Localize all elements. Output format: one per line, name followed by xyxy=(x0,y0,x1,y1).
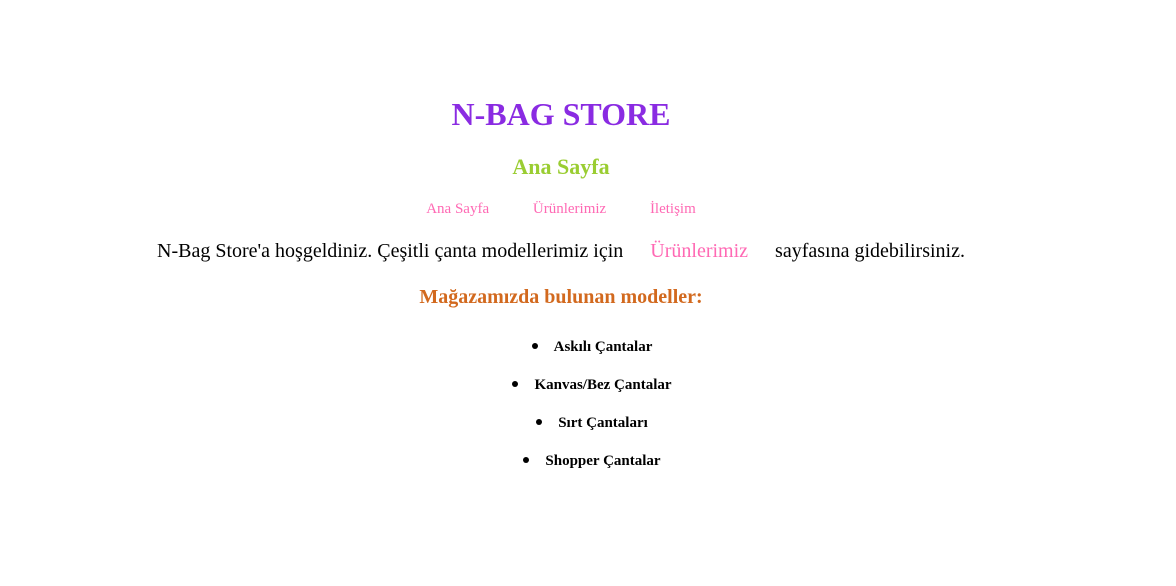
list-item-label: Sırt Çantaları xyxy=(558,415,648,431)
site-title: N-BAG STORE xyxy=(451,96,671,132)
welcome-text-after: sayfasına gidebilirsiniz. xyxy=(775,240,965,262)
list-item: Sırt Çantaları xyxy=(0,410,1176,448)
nav-link-iletisim[interactable]: İletişim xyxy=(650,201,696,217)
nav-link-ana-sayfa[interactable]: Ana Sayfa xyxy=(426,201,489,217)
page: N-BAG STORE Ana Sayfa Ana Sayfa Ürünleri… xyxy=(0,0,1176,586)
welcome-text: N-Bag Store'a hoşgeldiniz. Çeşitli çanta… xyxy=(0,238,1122,264)
model-list: Askılı Çantalar Kanvas/Bez Çantalar Sırt… xyxy=(0,334,1176,486)
list-item: Kanvas/Bez Çantalar xyxy=(0,372,1176,410)
list-item-label: Kanvas/Bez Çantalar xyxy=(534,377,672,393)
bullet-icon xyxy=(512,380,519,387)
page-heading: Ana Sayfa xyxy=(512,154,610,179)
main-nav: Ana Sayfa Ürünlerimiz İletişim xyxy=(0,199,1122,219)
bullet-icon xyxy=(536,418,543,425)
welcome-text-before: N-Bag Store'a hoşgeldiniz. Çeşitli çanta… xyxy=(157,240,624,262)
list-item-label: Shopper Çantalar xyxy=(545,453,661,469)
list-item: Shopper Çantalar xyxy=(0,448,1176,486)
list-item-label: Askılı Çantalar xyxy=(553,339,653,355)
models-heading: Mağazamızda bulunan modeller: xyxy=(419,286,703,308)
bullet-icon xyxy=(531,342,538,349)
nav-link-urunlerimiz[interactable]: Ürünlerimiz xyxy=(533,201,606,217)
bullet-icon xyxy=(523,456,530,463)
list-item: Askılı Çantalar xyxy=(0,334,1176,372)
products-inline-link[interactable]: Ürünlerimiz xyxy=(650,240,748,262)
